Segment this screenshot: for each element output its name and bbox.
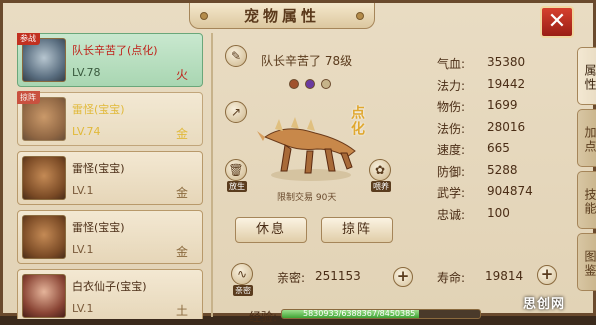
pet-skill-icons <box>289 74 332 93</box>
stat-label: 法伤: <box>437 121 466 136</box>
stat-value: 665 <box>487 141 510 155</box>
pencil-icon: ✎ <box>230 49 242 63</box>
stat-label: 气血: <box>437 57 466 71</box>
pet-level: LV.1 <box>72 243 94 256</box>
paw-icon: ✿ <box>374 163 386 177</box>
side-tabs: 属性 加点 技能 图鉴 <box>577 47 596 295</box>
title-ornament-right <box>356 12 364 20</box>
feed-label: 喂养 <box>371 181 391 192</box>
stat-value: 28016 <box>487 119 526 134</box>
window-title: 宠物属性 <box>189 3 375 29</box>
tab-atlas[interactable]: 图鉴 <box>577 233 596 291</box>
stat-value: 1699 <box>487 98 518 112</box>
pet-list: 参战 队长辛苦了(点化) LV.78 火 掠阵 雷怪(宝宝) LV.74 金 雷… <box>17 33 209 319</box>
share-icon: ↗ <box>230 105 242 119</box>
stat-label: 物伤: <box>437 100 466 114</box>
list-divider <box>211 33 213 317</box>
exp-label: 经验: <box>249 310 278 324</box>
pet-name: 队长辛苦了(点化) <box>72 44 158 57</box>
skill-icon[interactable] <box>305 79 316 89</box>
pet-level: LV.78 <box>72 66 101 79</box>
skill-icon[interactable] <box>321 79 332 89</box>
stat-row: 防御: 5288 <box>435 163 575 185</box>
stat-row: 法伤: 28016 <box>435 120 575 142</box>
stat-row: 忠诚: 100 <box>435 206 575 228</box>
rename-button[interactable]: ✎ <box>225 45 247 67</box>
pet-portrait <box>22 274 66 318</box>
close-button[interactable]: ✕ <box>540 6 574 38</box>
dian-hua-mark: 点化 <box>349 105 365 137</box>
stat-row: 气血: 35380 <box>435 55 575 77</box>
pet-status-badge: 参战 <box>17 33 40 45</box>
stat-value: 100 <box>487 205 510 220</box>
trade-restriction: 限制交易 90天 <box>277 193 337 203</box>
pet-element: 土 <box>175 304 188 318</box>
intimacy-icon-label: 亲密 <box>233 285 253 296</box>
skill-icon[interactable] <box>289 79 299 89</box>
life-label: 寿命: <box>437 271 466 285</box>
pet-name: 雷怪(宝宝) <box>72 162 125 175</box>
pet-element: 火 <box>175 68 188 82</box>
tab-add-points[interactable]: 加点 <box>577 109 596 167</box>
trash-icon: 🗑 <box>228 163 244 177</box>
close-icon: ✕ <box>547 9 567 34</box>
intimacy-label: 亲密: <box>277 271 306 285</box>
pet-list-item[interactable]: 掠阵 雷怪(宝宝) LV.74 金 <box>17 91 203 146</box>
intimacy-value: 251153 <box>315 269 361 283</box>
window-title-text: 宠物属性 <box>243 7 320 25</box>
tab-attributes[interactable]: 属性 <box>577 47 596 105</box>
stat-label: 法力: <box>437 78 466 93</box>
pet-list-item[interactable]: 白衣仙子(宝宝) LV.1 土 <box>17 269 203 319</box>
pet-name-level: 队长辛苦了 78级 <box>261 54 353 68</box>
stat-value: 19442 <box>487 76 526 91</box>
stat-label: 防御: <box>437 164 466 179</box>
lue-zhen-button[interactable]: 掠阵 <box>321 217 393 243</box>
tab-skills[interactable]: 技能 <box>577 171 596 229</box>
intimacy-icon-button[interactable]: ∿ <box>231 263 253 285</box>
stat-row: 物伤: 1699 <box>435 98 575 120</box>
pet-portrait <box>22 156 66 200</box>
pet-portrait <box>22 215 66 259</box>
stat-row: 武学: 904874 <box>435 184 575 206</box>
exp-text: 5830933/6388367/8450385 <box>303 309 416 318</box>
stats-panel: 气血: 35380 法力: 19442 物伤: 1699 法伤: 28016 速度: 66… <box>435 55 575 227</box>
pet-element: 金 <box>175 127 188 141</box>
stat-label: 速度: <box>437 143 466 157</box>
pet-attribute-window: 宠物属性 ✕ 参战 队长辛苦了(点化) LV.78 火 掠阵 雷怪(宝宝) LV… <box>0 0 596 324</box>
stat-row: 速度: 665 <box>435 141 575 163</box>
plus-icon: + <box>396 267 410 285</box>
stat-value: 35380 <box>487 55 526 69</box>
add-life-button[interactable]: + <box>537 265 557 285</box>
feed-button[interactable]: ✿ <box>369 159 391 181</box>
plus-icon: + <box>540 265 554 283</box>
title-ornament-left <box>200 12 208 20</box>
stat-label: 忠诚: <box>437 207 466 222</box>
pet-name: 雷怪(宝宝) <box>72 221 125 234</box>
release-button[interactable]: 🗑 <box>225 159 247 181</box>
pet-list-item[interactable]: 参战 队长辛苦了(点化) LV.78 火 <box>17 33 203 87</box>
stat-value: 5288 <box>487 162 518 177</box>
stat-label: 武学: <box>437 186 466 200</box>
share-button[interactable]: ↗ <box>225 101 247 123</box>
rest-button[interactable]: 休息 <box>235 217 307 243</box>
pet-level: LV.1 <box>72 302 94 315</box>
pet-detail-panel: ✎ 队长辛苦了 78级 ↗ 点化 限制交易 90天 🗑 放生 ✿ 喂养 休息 掠… <box>217 33 425 324</box>
pet-level: LV.1 <box>72 184 94 197</box>
pet-status-badge: 掠阵 <box>17 91 40 104</box>
pet-element: 金 <box>175 186 188 200</box>
pet-name: 雷怪(宝宝) <box>72 103 125 116</box>
release-label: 放生 <box>227 181 247 192</box>
pet-list-item[interactable]: 雷怪(宝宝) LV.1 金 <box>17 210 203 264</box>
pulse-icon: ∿ <box>236 267 248 281</box>
pet-element: 金 <box>175 245 188 259</box>
watermark: 思创网 <box>523 297 566 312</box>
add-intimacy-button[interactable]: + <box>393 267 413 287</box>
pet-list-item[interactable]: 雷怪(宝宝) LV.1 金 <box>17 151 203 205</box>
life-value: 19814 <box>485 269 524 283</box>
stat-row: 法力: 19442 <box>435 77 575 99</box>
pet-name: 白衣仙子(宝宝) <box>72 280 147 293</box>
stat-value: 904874 <box>487 184 533 198</box>
pet-level: LV.74 <box>72 125 101 138</box>
